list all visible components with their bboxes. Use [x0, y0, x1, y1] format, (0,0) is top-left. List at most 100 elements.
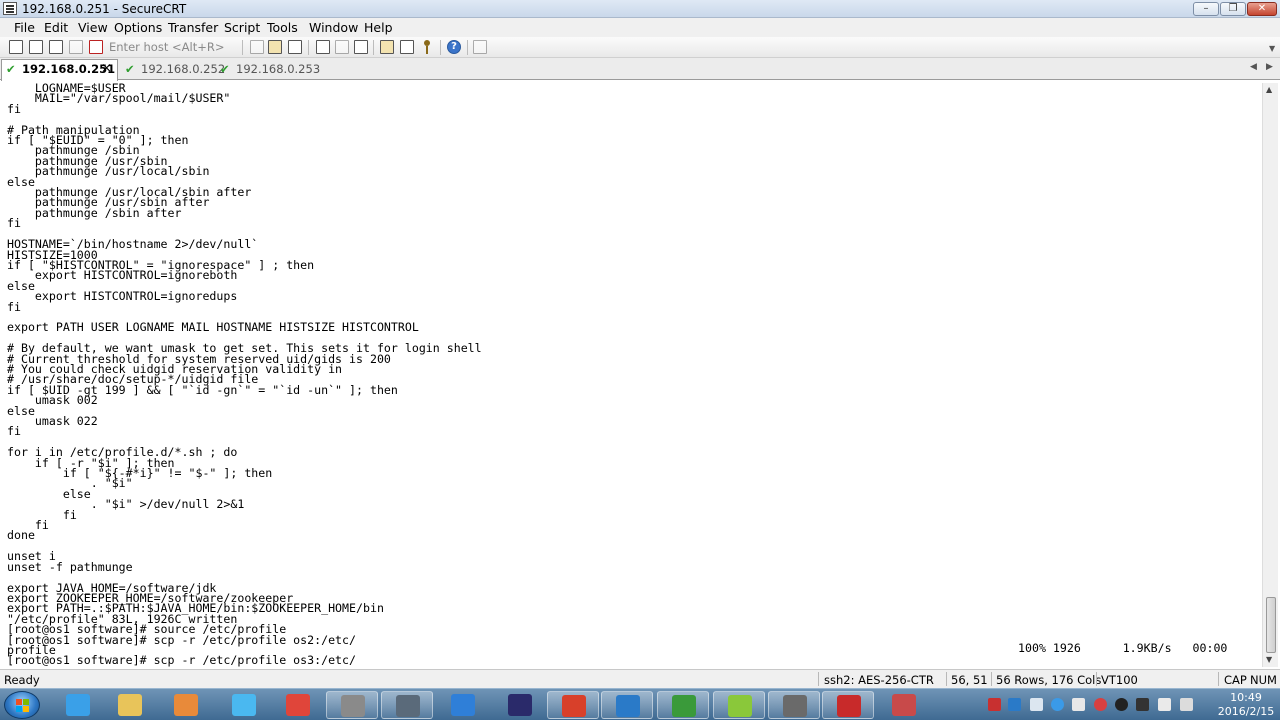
paste-icon[interactable] [268, 40, 282, 54]
xmind-icon [837, 695, 861, 717]
connect-tab-icon[interactable] [49, 40, 63, 54]
scroll-up-icon[interactable]: ▲ [1266, 85, 1272, 94]
taskbar-app-button[interactable] [494, 691, 546, 719]
tray-app-icon[interactable] [1115, 698, 1128, 711]
windows-taskbar: 10:49 2016/2/15 [0, 688, 1280, 720]
close-button[interactable]: ✕ [1247, 2, 1277, 16]
menu-script[interactable]: Script [222, 20, 262, 35]
tab-192-168-0-253[interactable]: ✔ 192.168.0.253 [216, 60, 320, 80]
maximize-button[interactable]: ❐ [1220, 2, 1246, 16]
terminal-line: fi [7, 518, 49, 533]
toolbar-separator [242, 40, 243, 55]
taskbar-app-button[interactable] [437, 691, 489, 719]
disconnect-icon[interactable] [89, 40, 103, 54]
project-icon [672, 695, 696, 717]
taskbar-app-button[interactable] [272, 691, 324, 719]
tray-app-icon[interactable] [988, 698, 1001, 711]
taskbar-app-button[interactable] [326, 691, 378, 719]
title-bar: 192.168.0.251 - SecureCRT – ❐ ✕ [0, 0, 1280, 18]
menu-transfer[interactable]: Transfer [166, 20, 220, 35]
terminal-output[interactable]: LOGNAME=$USER MAIL="/var/spool/mail/$USE… [2, 83, 1261, 667]
tray-app-icon[interactable] [1030, 698, 1043, 711]
terminal-line: pathmunge /sbin after [7, 205, 182, 220]
tab-close-icon[interactable]: × [101, 60, 112, 78]
status-num-lock: NUM [1250, 673, 1277, 687]
quick-connect-icon[interactable] [29, 40, 43, 54]
tray-app-icon[interactable] [1008, 698, 1021, 711]
help-icon[interactable]: ? [447, 40, 461, 54]
status-cursor-position: 56, 51 [951, 673, 988, 687]
terminal-line: fi [7, 299, 21, 314]
menu-tools[interactable]: Tools [265, 20, 300, 35]
taskbar-app-button[interactable] [713, 691, 765, 719]
clock-date: 2016/2/15 [1217, 705, 1275, 718]
eclipse-icon [508, 694, 532, 716]
terminal-line: [root@os1 software]# scp -r /etc/profile… [7, 653, 357, 667]
media-player-icon [174, 694, 198, 716]
reconnect-icon[interactable] [69, 40, 83, 54]
copy-icon[interactable] [250, 40, 264, 54]
tab-scroll-right-icon[interactable]: ▶ [1266, 62, 1273, 72]
session-options-icon[interactable] [380, 40, 394, 54]
taskbar-app-button[interactable] [160, 691, 212, 719]
terminal-line: export HISTCONTROL=ignoredups [7, 289, 238, 304]
start-button[interactable] [4, 691, 40, 719]
menu-window[interactable]: Window [307, 20, 360, 35]
scrollbar-thumb[interactable] [1266, 597, 1276, 653]
taskbar-app-button[interactable] [547, 691, 599, 719]
terminal-text: LOGNAME=$USER MAIL="/var/spool/mail/$USE… [7, 83, 482, 666]
print-icon[interactable] [316, 40, 330, 54]
terminal-line: [root@os1 software]# scp -r /etc/profile… [7, 632, 357, 647]
status-divider [818, 672, 819, 686]
tray-app-icon[interactable] [1094, 698, 1107, 711]
system-clock[interactable]: 10:49 2016/2/15 [1216, 691, 1276, 719]
menu-edit[interactable]: Edit [42, 20, 70, 35]
connect-icon[interactable] [9, 40, 23, 54]
scroll-down-icon[interactable]: ▼ [1266, 655, 1272, 664]
taskbar-app-button[interactable] [601, 691, 653, 719]
toolbar: Enter host <Alt+R> ? ▼ [0, 37, 1280, 58]
minimize-button[interactable]: – [1193, 2, 1219, 16]
clock-time: 10:49 [1230, 691, 1262, 704]
tab-192-168-0-251[interactable]: ✔ 192.168.0.251 × [1, 59, 118, 81]
menu-options[interactable]: Options [112, 20, 164, 35]
taskbar-app-button[interactable] [381, 691, 433, 719]
tab-192-168-0-252[interactable]: ✔ 192.168.0.252 [121, 60, 225, 80]
taskbar-app-button[interactable] [104, 691, 156, 719]
status-divider [991, 672, 992, 686]
print-selection-icon[interactable] [335, 40, 349, 54]
terminal-line: pathmunge /usr/local/sbin [7, 164, 210, 179]
network-tray-icon[interactable] [1158, 698, 1171, 711]
terminal-line: done [7, 528, 35, 543]
print-setup-icon[interactable] [354, 40, 368, 54]
vertical-scrollbar[interactable]: ▲ ▼ [1262, 83, 1278, 667]
global-options-icon[interactable] [400, 40, 414, 54]
script-icon[interactable] [473, 40, 487, 54]
taskbar-app-button[interactable] [52, 691, 104, 719]
status-divider [946, 672, 947, 686]
find-icon[interactable] [288, 40, 302, 54]
tab-scroll-left-icon[interactable]: ◀ [1250, 62, 1257, 72]
securecrt-app-icon[interactable] [3, 2, 17, 15]
quick-connect-input[interactable]: Enter host <Alt+R> [107, 39, 237, 55]
taskbar-app-button[interactable] [657, 691, 709, 719]
taskbar-app-button[interactable] [878, 691, 930, 719]
menu-file[interactable]: File [12, 20, 37, 35]
menu-view[interactable]: View [76, 20, 110, 35]
volume-icon[interactable] [1180, 698, 1193, 711]
status-divider [1096, 672, 1097, 686]
tab-label: 192.168.0.253 [236, 62, 321, 76]
status-cipher: ssh2: AES-256-CTR [824, 673, 934, 687]
menu-help[interactable]: Help [362, 20, 395, 35]
keymap-icon[interactable] [420, 40, 434, 54]
taskbar-app-button[interactable] [218, 691, 270, 719]
tray-app-icon[interactable] [1072, 698, 1085, 711]
restore-icon: ❐ [1228, 3, 1238, 14]
terminal-line: fi [7, 101, 21, 116]
taskbar-app-button[interactable] [822, 691, 874, 719]
tray-app-icon[interactable] [1051, 698, 1064, 711]
toolbar-overflow-icon[interactable]: ▼ [1269, 44, 1275, 53]
tray-app-icon[interactable] [1136, 698, 1149, 711]
taskbar-app-button[interactable] [768, 691, 820, 719]
